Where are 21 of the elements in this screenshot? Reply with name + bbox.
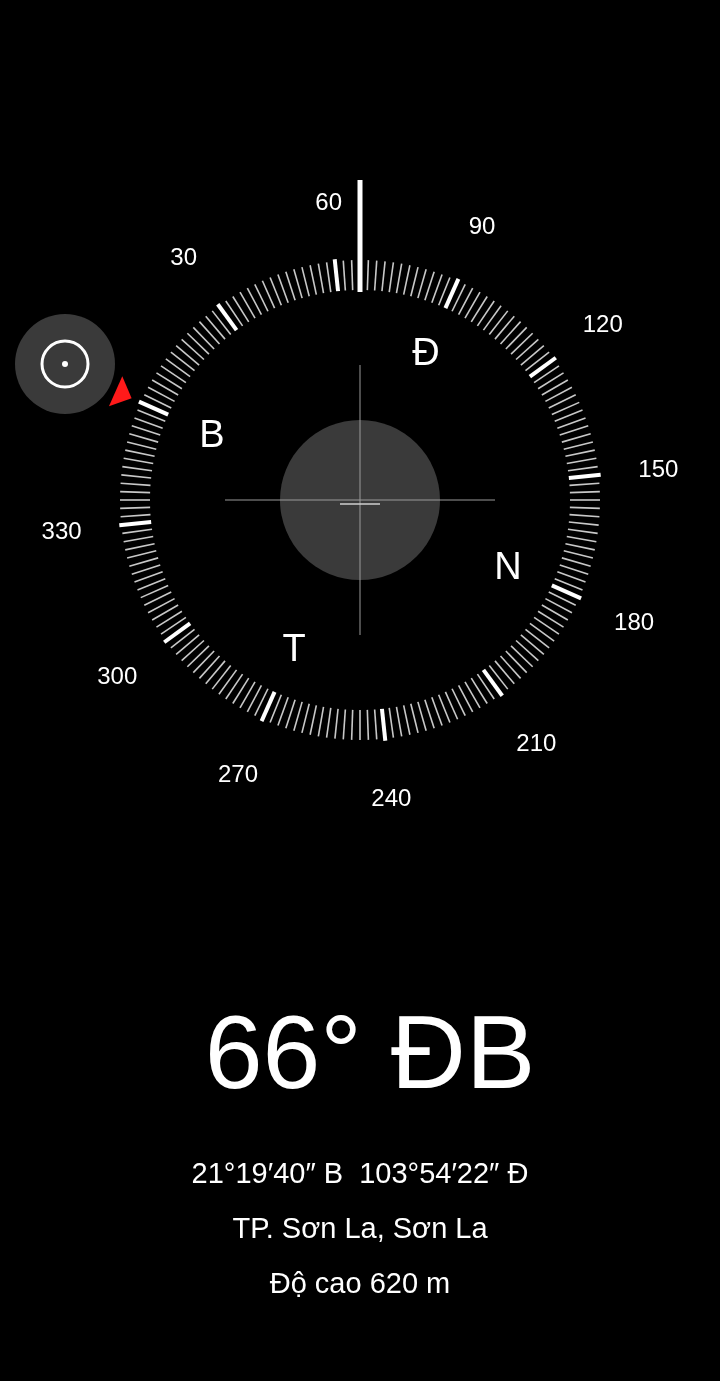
degree-label: 240 <box>371 786 412 811</box>
location-text: TP. Sơn La, Sơn La <box>232 1214 488 1243</box>
altitude-text: Độ cao 620 m <box>269 1269 451 1298</box>
degree-label: 180 <box>614 610 655 634</box>
cardinal-letter: Đ <box>412 333 440 371</box>
cardinal-letter: T <box>282 629 306 667</box>
degree-label: 270 <box>217 762 258 787</box>
target-icon <box>39 338 91 390</box>
cardinal-letter: N <box>494 546 522 585</box>
degree-label: 150 <box>638 456 679 481</box>
degree-label: 120 <box>582 311 623 336</box>
degree-label: 300 <box>97 664 138 689</box>
degree-label: 210 <box>516 730 557 755</box>
degree-label: 330 <box>41 519 82 544</box>
degree-label: 90 <box>468 213 496 238</box>
north-marker-icon <box>108 376 132 407</box>
cardinal-letter: B <box>199 415 225 454</box>
heading-reading: 66° ĐB <box>204 1000 536 1104</box>
degree-label: 30 <box>170 245 197 270</box>
coordinates-text: 21°19′40″ B 103°54′22″ Đ <box>191 1159 529 1188</box>
degree-label: 60 <box>315 189 342 214</box>
